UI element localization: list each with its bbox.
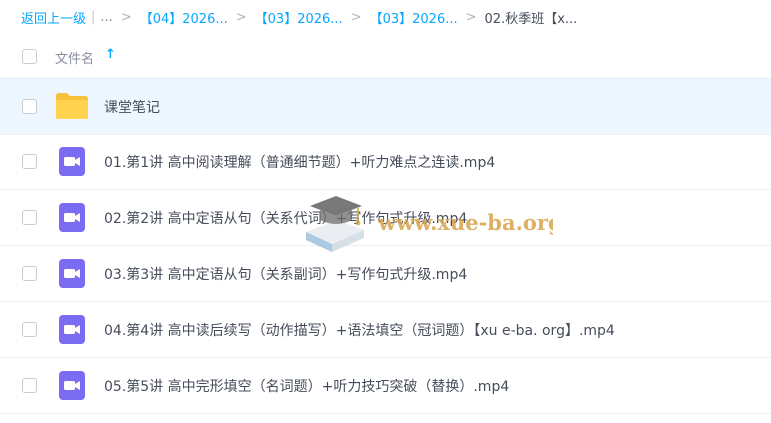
video-icon — [59, 371, 85, 400]
file-name[interactable]: 课堂笔记 — [104, 97, 160, 117]
row-checkbox[interactable] — [22, 322, 37, 337]
row-checkbox[interactable] — [22, 154, 37, 169]
breadcrumb-item[interactable]: 【03】2026... — [255, 8, 343, 27]
video-icon — [59, 259, 85, 288]
file-row[interactable]: 01.第1讲 高中阅读理解（普通细节题）+听力难点之连读.mp4 — [0, 134, 771, 190]
column-filename[interactable]: 文件名 — [55, 48, 94, 67]
breadcrumb-arrow: > — [120, 9, 132, 25]
file-row[interactable]: 04.第4讲 高中读后续写（动作描写）+语法填空（冠词题）【xu e-ba. o… — [0, 302, 771, 358]
breadcrumb-arrow: > — [235, 9, 247, 25]
file-name[interactable]: 02.第2讲 高中定语从句（关系代词）+写作句式升级.mp4 — [104, 208, 467, 228]
file-name[interactable]: 04.第4讲 高中读后续写（动作描写）+语法填空（冠词题）【xu e-ba. o… — [104, 320, 615, 340]
back-link[interactable]: 返回上一级 — [21, 8, 86, 27]
breadcrumb-current: 02.秋季班【x... — [484, 11, 578, 27]
file-row-folder[interactable]: 课堂笔记 — [0, 78, 771, 135]
list-header: 文件名 ↑ — [0, 36, 771, 78]
file-name[interactable]: 01.第1讲 高中阅读理解（普通细节题）+听力难点之连读.mp4 — [104, 152, 495, 172]
breadcrumb-arrow: > — [465, 9, 477, 25]
folder-icon — [56, 93, 88, 119]
breadcrumb-divider: | — [91, 9, 96, 25]
breadcrumb-arrow: > — [350, 9, 362, 25]
file-row[interactable]: 05.第5讲 高中完形填空（名词题）+听力技巧突破（替换）.mp4 — [0, 358, 771, 414]
file-row[interactable]: 02.第2讲 高中定语从句（关系代词）+写作句式升级.mp4 — [0, 190, 771, 246]
video-icon — [59, 147, 85, 176]
breadcrumb-item[interactable]: 【04】2026... — [140, 8, 228, 27]
file-name[interactable]: 03.第3讲 高中定语从句（关系副词）+写作句式升级.mp4 — [104, 264, 467, 284]
row-checkbox[interactable] — [22, 378, 37, 393]
row-checkbox[interactable] — [22, 99, 37, 114]
file-row[interactable]: 03.第3讲 高中定语从句（关系副词）+写作句式升级.mp4 — [0, 246, 771, 302]
video-icon — [59, 203, 85, 232]
row-checkbox[interactable] — [22, 266, 37, 281]
video-icon — [59, 315, 85, 344]
file-name[interactable]: 05.第5讲 高中完形填空（名词题）+听力技巧突破（替换）.mp4 — [104, 376, 509, 396]
breadcrumb-item[interactable]: 【03】2026... — [370, 8, 458, 27]
select-all-checkbox[interactable] — [22, 49, 37, 64]
breadcrumb-ellipsis[interactable]: ... — [100, 10, 112, 25]
breadcrumb: 返回上一级 | ... > 【04】2026... > 【03】2026... … — [0, 0, 771, 34]
row-checkbox[interactable] — [22, 210, 37, 225]
sort-arrow-icon[interactable]: ↑ — [105, 47, 116, 62]
